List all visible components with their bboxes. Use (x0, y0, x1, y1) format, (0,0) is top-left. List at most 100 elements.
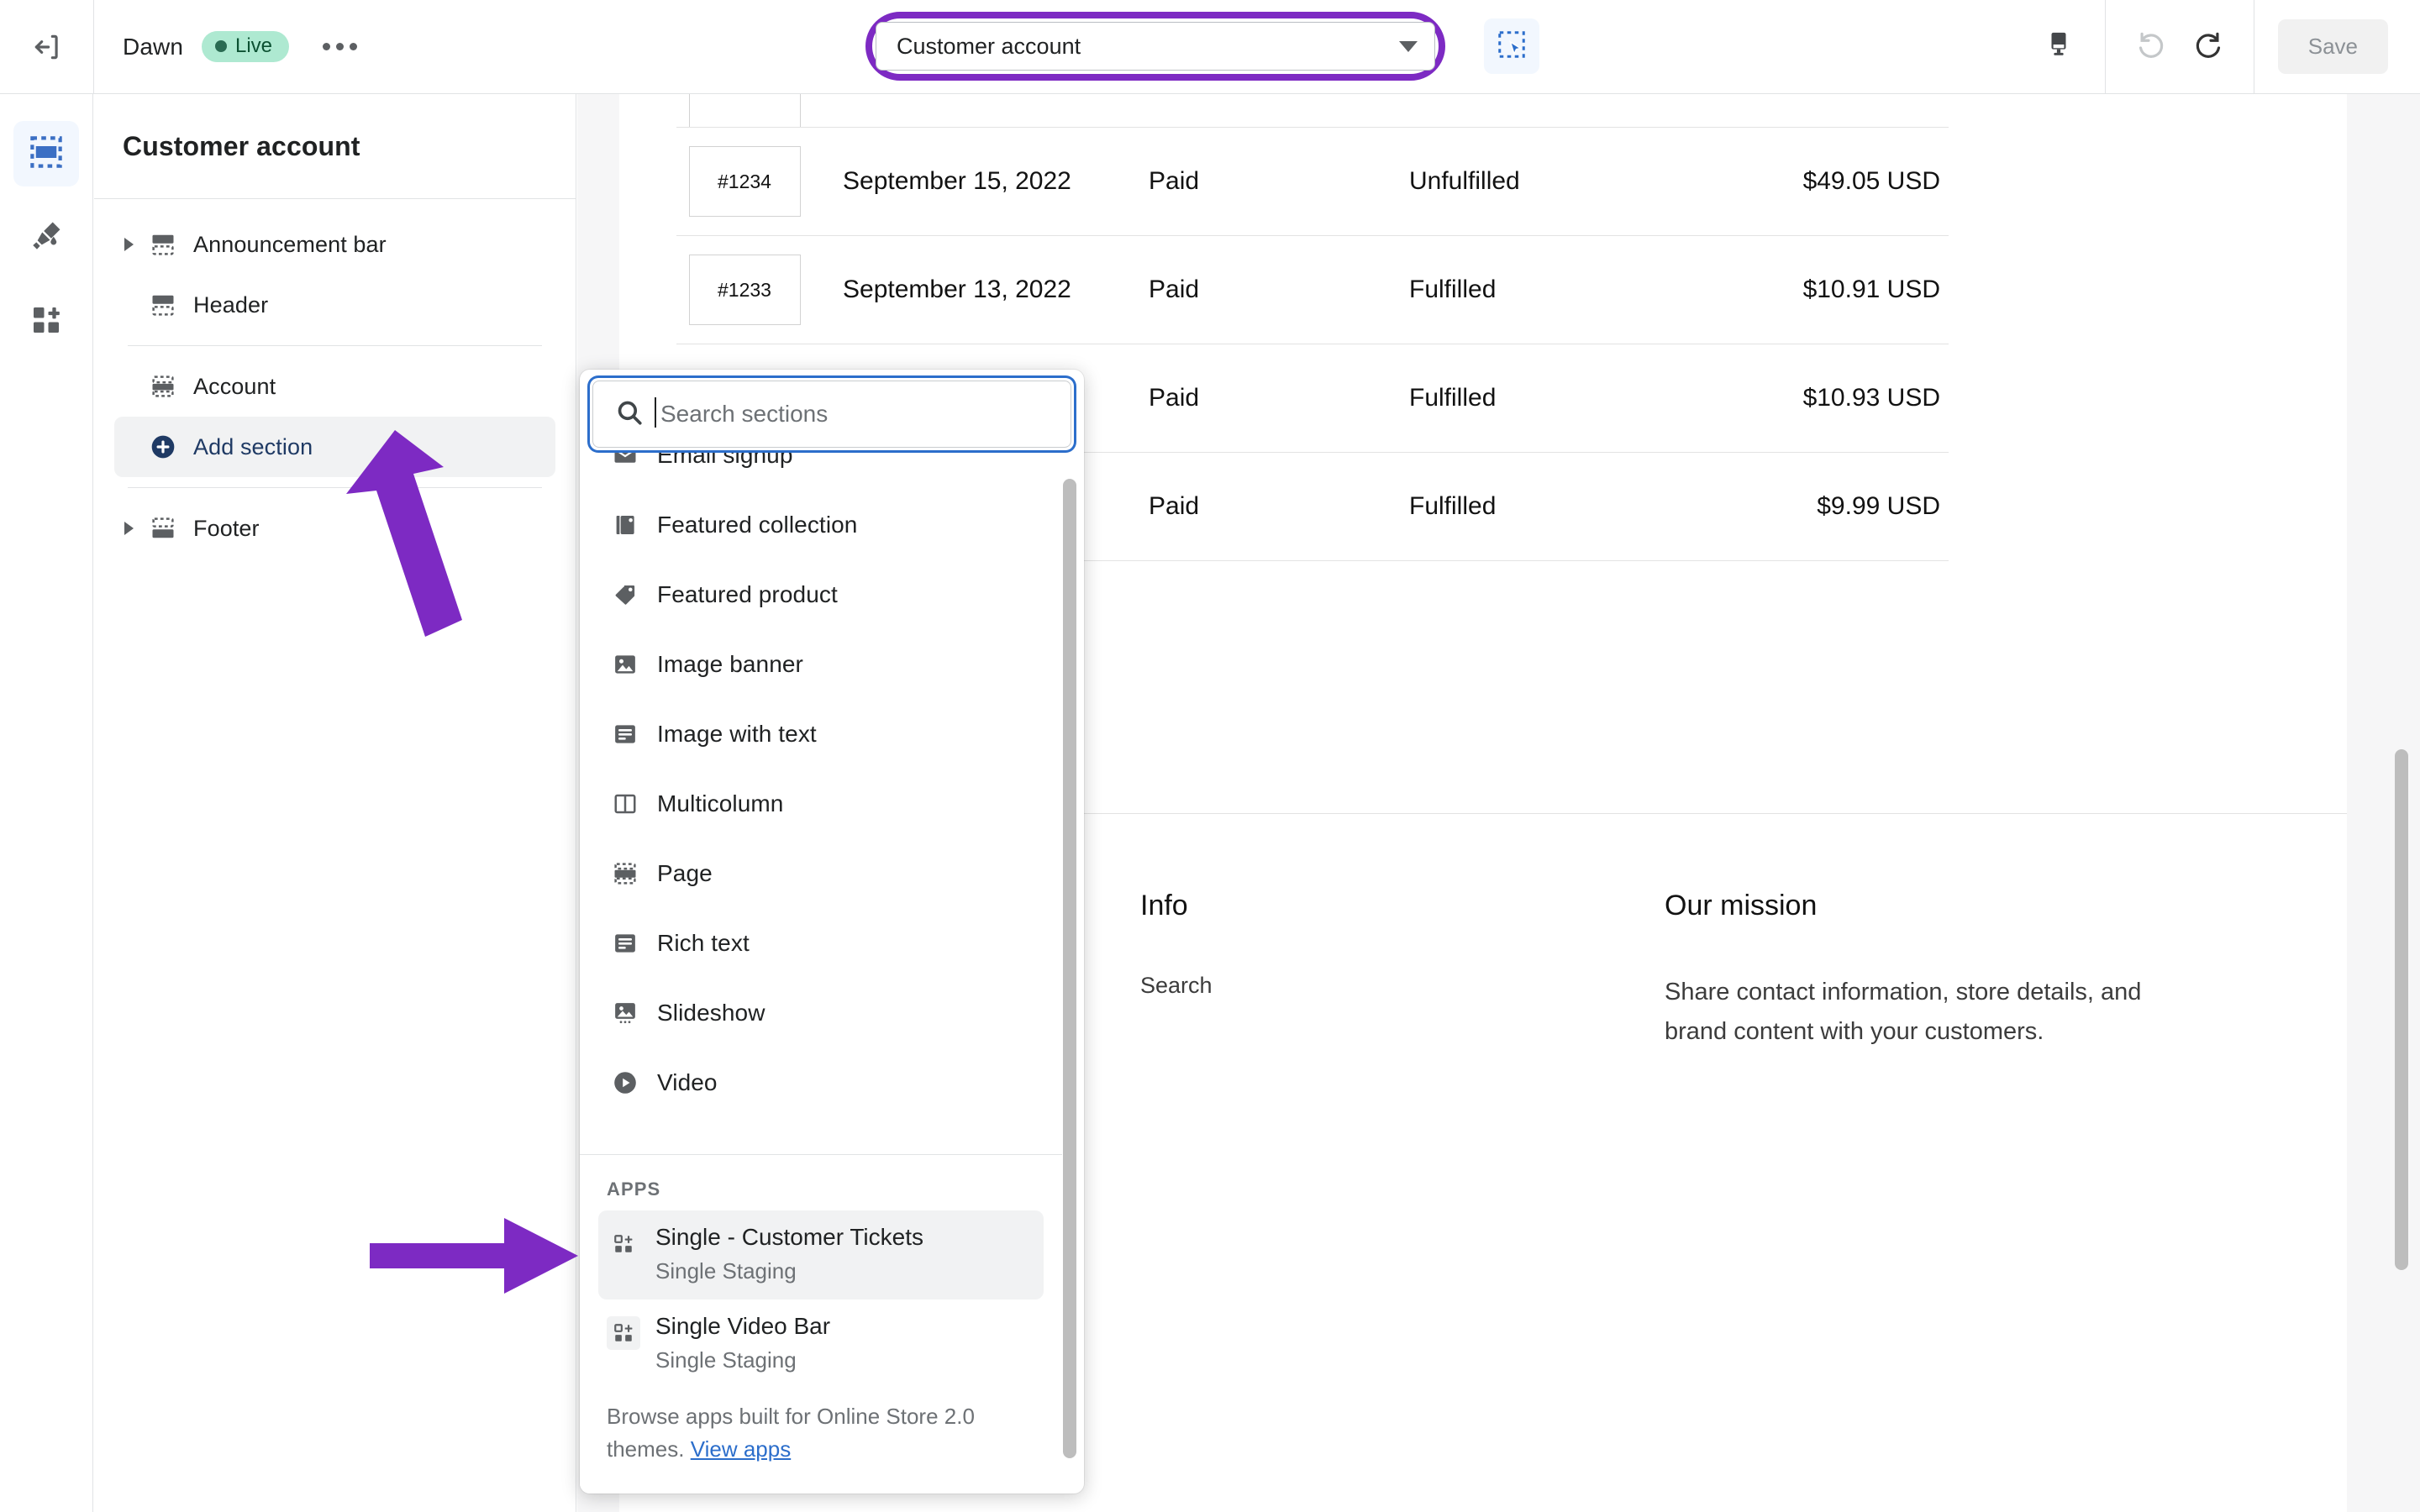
exit-icon (31, 31, 63, 63)
order-fulfillment-status: Unfulfilled (1409, 167, 1520, 195)
section-option-slideshow[interactable]: Slideshow (580, 978, 1062, 1047)
redo-button[interactable] (2180, 16, 2242, 78)
footer-column-info: Info Search (1140, 890, 1665, 1052)
search-input-placeholder: Search sections (654, 397, 829, 428)
order-total: $49.05 USD (1802, 167, 1940, 195)
redo-icon (2195, 29, 2227, 65)
app-option-name: Single Video Bar (655, 1313, 831, 1340)
sidebar-item-add-section[interactable]: Add section (114, 417, 555, 477)
rail-item-sections[interactable] (13, 121, 79, 186)
section-option-label: Multicolumn (657, 790, 784, 816)
section-option-page[interactable]: Page (580, 838, 1062, 908)
apps-heading: APPS (607, 1179, 661, 1200)
app-option-single-customer-tickets[interactable]: Single - Customer Tickets Single Staging (598, 1210, 1044, 1300)
section-option-video[interactable]: Video (580, 1047, 1062, 1117)
chevron-right-icon[interactable] (124, 522, 146, 535)
app-option-developer: Single Staging (655, 1257, 797, 1284)
order-fulfillment-status: Fulfilled (1409, 276, 1497, 303)
sidebar-item-account[interactable]: Account (114, 356, 555, 417)
page-selector[interactable]: Customer account (876, 22, 1435, 71)
sidebar-item-header[interactable]: Header (114, 275, 555, 335)
section-option-image-with-text[interactable]: Image with text (580, 699, 1062, 769)
inspector-toggle-button[interactable] (1484, 18, 1539, 74)
preview-scrollbar[interactable] (2395, 749, 2408, 1270)
desktop-icon (2044, 30, 2073, 63)
add-section-popover: Search sections Email signup Featured co… (580, 370, 1084, 1494)
history-controls (2106, 0, 2254, 93)
section-option-label: Rich text (657, 929, 750, 956)
section-option-label: Featured product (657, 580, 838, 607)
order-fulfillment-status: Fulfilled (1409, 492, 1497, 520)
undo-icon (2133, 29, 2165, 65)
order-payment-status: Paid (1149, 167, 1200, 195)
footer-block-icon (146, 516, 180, 541)
section-option-email-signup[interactable]: Email signup (580, 450, 1062, 490)
footer-link-search[interactable]: Search (1140, 973, 1213, 998)
section-option-rich-text[interactable]: Rich text (580, 908, 1062, 978)
save-button[interactable]: Save (2277, 19, 2388, 74)
sidebar-item-label: Announcement bar (193, 231, 387, 257)
section-option-label: Page (657, 859, 713, 886)
top-bar-right: Save (2012, 0, 2420, 93)
search-input[interactable]: Search sections (592, 381, 1071, 448)
section-option-label: Image with text (657, 720, 817, 747)
device-preview-button[interactable] (2012, 0, 2105, 93)
popover-scrollbar[interactable] (1063, 479, 1076, 1458)
divider (128, 487, 542, 488)
ellipsis-icon (323, 43, 331, 50)
email-signup-icon (607, 450, 644, 468)
order-date: September 13, 2022 (843, 276, 1071, 303)
live-label: Live (235, 34, 273, 57)
page-title: Customer account (123, 130, 360, 161)
page-block-icon (146, 374, 180, 399)
footer-heading: Our mission (1665, 890, 1818, 921)
order-number[interactable] (688, 94, 801, 127)
rail-item-theme-settings[interactable] (13, 205, 79, 270)
image-with-text-icon (607, 722, 644, 747)
sidebar-header: Customer account (94, 94, 576, 199)
order-number[interactable]: #1233 (688, 255, 801, 325)
section-block-icon (146, 232, 180, 257)
product-tag-icon (607, 582, 644, 607)
theme-actions-button[interactable] (313, 31, 367, 62)
app-block-icon (607, 1316, 640, 1351)
sidebar-item-announcement-bar[interactable]: Announcement bar (114, 214, 555, 275)
sidebar-item-footer[interactable]: Footer (114, 498, 555, 559)
collection-tag-icon (607, 512, 644, 538)
section-option-label: Slideshow (657, 999, 765, 1026)
section-type-list: Email signup Featured collection Feature… (580, 450, 1062, 1154)
app-block-icon (607, 1227, 640, 1261)
exit-editor-button[interactable] (0, 0, 94, 93)
table-row: #1234 September 15, 2022 Paid Unfulfille… (676, 128, 1949, 236)
paintbrush-icon (29, 218, 64, 258)
section-option-label: Video (657, 1068, 718, 1095)
section-option-label: Email signup (657, 450, 793, 468)
page-selector-wrapper: Customer account (865, 12, 1445, 81)
view-apps-link[interactable]: View apps (691, 1436, 792, 1462)
sidebar-item-label: Account (193, 373, 276, 399)
section-option-image-banner[interactable]: Image banner (580, 629, 1062, 699)
sidebar-item-label: Header (193, 291, 269, 318)
chevron-down-icon (1399, 40, 1418, 52)
apps-grid-icon (29, 303, 63, 341)
undo-button[interactable] (2118, 16, 2180, 78)
app-option-single-video-bar[interactable]: Single Video Bar Single Staging (598, 1299, 1044, 1389)
section-option-multicolumn[interactable]: Multicolumn (580, 769, 1062, 838)
sidebar-item-label: Add section (193, 433, 313, 459)
sections-sidebar: Customer account Announcement bar Header (94, 94, 576, 1512)
order-date: September 15, 2022 (843, 167, 1071, 195)
chevron-right-icon[interactable] (124, 238, 146, 251)
order-total: $10.93 USD (1802, 384, 1940, 412)
order-number[interactable]: #1234 (688, 146, 801, 217)
status-badge: Live (202, 31, 290, 62)
rail-item-app-embeds[interactable] (13, 289, 79, 354)
footer-heading: Info (1140, 890, 1188, 921)
divider (128, 345, 542, 346)
section-option-featured-product[interactable]: Featured product (580, 559, 1062, 629)
apps-section: APPS Single - Customer Tickets Single St… (580, 1155, 1062, 1494)
video-play-icon (607, 1069, 644, 1096)
table-row (676, 94, 1949, 128)
section-option-featured-collection[interactable]: Featured collection (580, 490, 1062, 559)
page-icon (607, 861, 644, 886)
apps-note: Browse apps built for Online Store 2.0 t… (598, 1389, 1044, 1466)
